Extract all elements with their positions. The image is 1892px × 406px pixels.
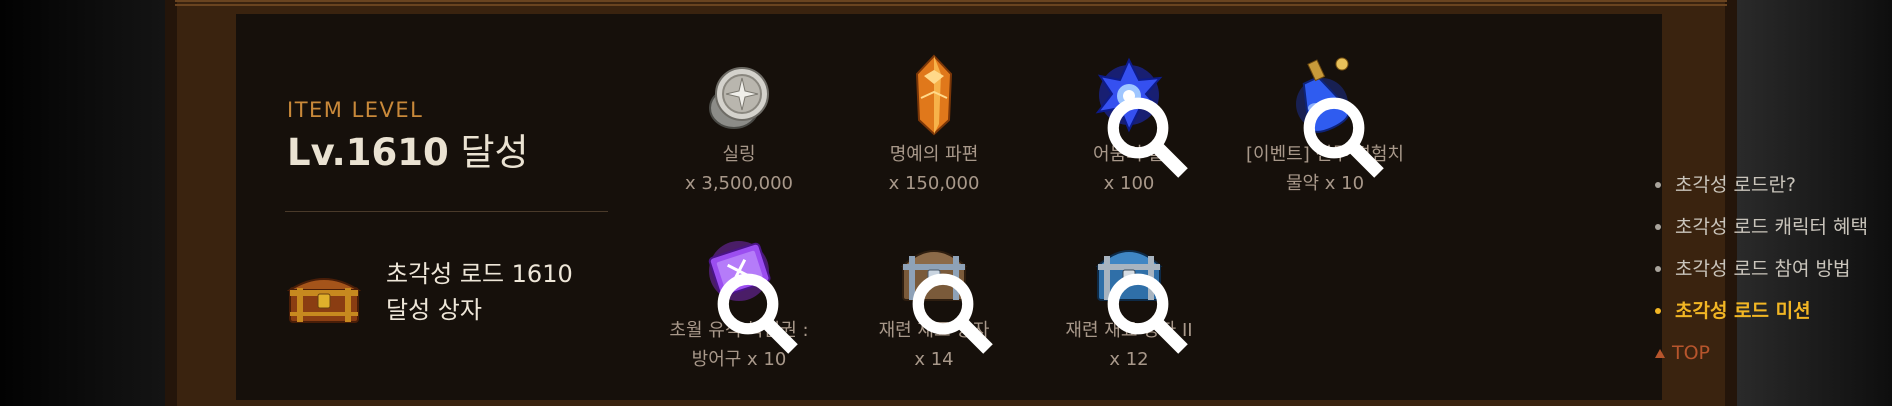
nav-item-label: 초각성 로드 미션: [1675, 300, 1811, 322]
reward-quantity: x 3,500,000: [685, 173, 793, 194]
reward-item: 명예의 파편 x 150,000: [824, 50, 1044, 198]
bullet-icon: [1655, 266, 1661, 272]
reward-item: 재련 재료 상자 II x 12: [1019, 226, 1239, 374]
zoom-icon[interactable]: [1298, 92, 1388, 182]
treasure-chest-icon: [286, 268, 362, 324]
item-level-label: ITEM LEVEL: [287, 98, 424, 122]
honor-shard-icon: [889, 50, 979, 140]
level-value: Lv.1610: [287, 131, 449, 174]
reward-name: 명예의 파편: [889, 144, 979, 165]
chest-title: 초각성 로드 1610 달성 상자: [386, 256, 573, 328]
silver-coin-icon: [694, 50, 784, 140]
nav-item-benefits[interactable]: 초각성 로드 캐릭터 혜택: [1655, 206, 1868, 248]
bullet-icon: [1655, 224, 1661, 230]
nav-item-missions[interactable]: 초각성 로드 미션: [1655, 290, 1868, 332]
reward-item: 재련 재료 상자 x 14: [824, 226, 1044, 374]
reward-item: 어둠의 불 x 100: [1019, 50, 1239, 198]
top-label: TOP: [1672, 342, 1711, 364]
reward-item: [이벤트] 전투 경험치 물약 x 10: [1215, 50, 1435, 198]
reward-name: 실링: [722, 144, 756, 165]
divider: [285, 211, 608, 212]
zoom-icon[interactable]: [907, 268, 997, 358]
level-achievement: Lv.1610 달성: [287, 122, 529, 176]
zoom-icon[interactable]: [1102, 268, 1192, 358]
reward-quantity: x 150,000: [888, 173, 980, 194]
zoom-icon[interactable]: [712, 268, 802, 358]
reward-item: 실링 x 3,500,000: [629, 50, 849, 198]
left-backdrop: [0, 0, 165, 406]
reward-item: 초월 유적 복원권 : 방어구 x 10: [629, 226, 849, 374]
nav-item-how-to-join[interactable]: 초각성 로드 참여 방법: [1655, 248, 1868, 290]
dark-fire-icon: [1084, 50, 1188, 178]
level-suffix: 달성: [460, 131, 529, 174]
chest-title-line2: 달성 상자: [386, 296, 482, 324]
bullet-icon: [1655, 182, 1661, 188]
back-to-top-link[interactable]: TOP: [1655, 332, 1868, 374]
restore-ticket-icon: [694, 226, 798, 354]
material-chest-2-icon: [1084, 226, 1188, 354]
nav-item-label: 초각성 로드란?: [1675, 174, 1797, 196]
chest-title-line1: 초각성 로드 1610: [386, 260, 573, 288]
material-chest-icon: [889, 226, 993, 354]
bullet-icon: [1655, 308, 1661, 314]
zoom-icon[interactable]: [1102, 92, 1192, 182]
arrow-up-icon: [1655, 348, 1665, 358]
exp-potion-icon: [1280, 50, 1384, 178]
frame-top-border: [175, 0, 1727, 6]
nav-item-label: 초각성 로드 캐릭터 혜택: [1675, 216, 1868, 238]
side-navigation: 초각성 로드란? 초각성 로드 캐릭터 혜택 초각성 로드 참여 방법 초각성 …: [1655, 164, 1868, 374]
nav-item-label: 초각성 로드 참여 방법: [1675, 258, 1851, 280]
nav-item-about[interactable]: 초각성 로드란?: [1655, 164, 1868, 206]
